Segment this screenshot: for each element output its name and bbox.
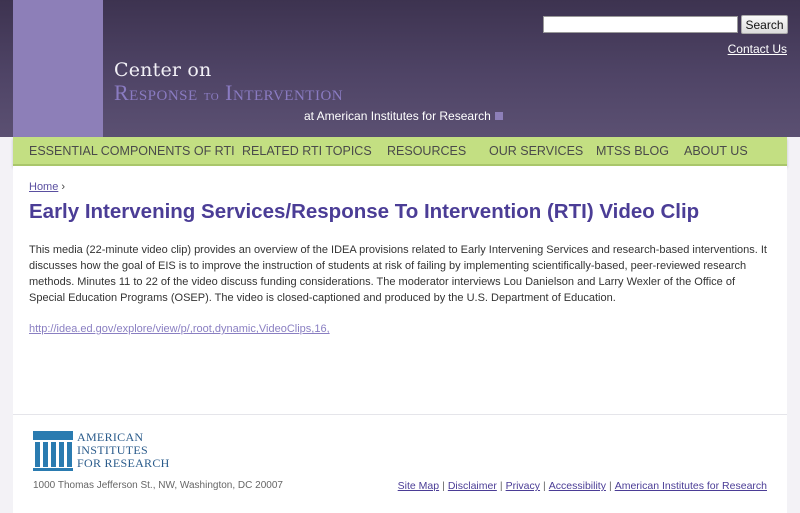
footer-link-air[interactable]: American Institutes for Research [615,480,767,492]
square-icon [494,112,503,120]
page-title: Early Intervening Services/Response To I… [29,200,700,223]
contact-us-link[interactable]: Contact Us [728,42,787,56]
footer-link-site-map[interactable]: Site Map [398,480,439,492]
site-logo[interactable]: Center on Response to Intervention [114,58,514,107]
nav-item-essential-components[interactable]: ESSENTIAL COMPONENTS OF RTI [29,144,235,158]
breadcrumb: Home › [29,181,65,193]
video-clip-link[interactable]: http://idea.ed.gov/explore/view/p/,root,… [29,323,330,335]
footer-separator: | [499,480,503,492]
header-accent-bar [13,0,103,137]
logo-word-to: to [203,87,220,104]
breadcrumb-separator: › [61,181,66,193]
footer-separator: | [442,480,445,492]
footer-address: 1000 Thomas Jefferson St., NW, Washingto… [33,480,283,491]
main-nav: ESSENTIAL COMPONENTS OF RTI RELATED RTI … [13,137,787,166]
footer-links: Site Map | Disclaimer | Privacy | Accessibilit… [398,480,767,492]
logo-line-center-on: Center on [114,59,212,81]
air-columns-icon [33,431,73,471]
breadcrumb-home-link[interactable]: Home [29,181,58,193]
nav-item-resources[interactable]: RESOURCES [387,144,466,158]
footer-link-accessibility[interactable]: Accessibility [549,480,606,492]
logo-word-response: Response [114,80,198,105]
search-button[interactable]: Search [741,15,788,34]
nav-item-mtss-blog[interactable]: MTSS BLOG [596,144,669,158]
site-header: Search Contact Us Center on Response to … [0,0,800,137]
logo-air-text: at American Institutes for Research [304,109,491,123]
search-input[interactable] [543,16,738,33]
nav-item-related-topics[interactable]: RELATED RTI TOPICS [242,144,372,158]
air-logo[interactable]: American Institutes for Research [33,431,183,473]
footer-link-privacy[interactable]: Privacy [506,480,540,492]
air-logo-line: for Research [77,456,170,470]
footer-link-disclaimer[interactable]: Disclaimer [448,480,497,492]
page-description: This media (22-minute video clip) provid… [29,244,767,304]
air-logo-text: American Institutes for Research [77,431,170,470]
nav-item-our-services[interactable]: OUR SERVICES [489,144,583,158]
logo-line-air: at American Institutes for Research [304,109,503,123]
nav-item-about-us[interactable]: ABOUT US [684,144,748,158]
logo-word-intervention: Intervention [225,80,344,105]
footer-divider [13,414,787,415]
footer-separator: | [608,480,612,492]
main-content: Home › Early Intervening Services/Respon… [13,166,787,513]
logo-line-rti: Response to Intervention [114,82,514,107]
footer-separator: | [543,480,546,492]
